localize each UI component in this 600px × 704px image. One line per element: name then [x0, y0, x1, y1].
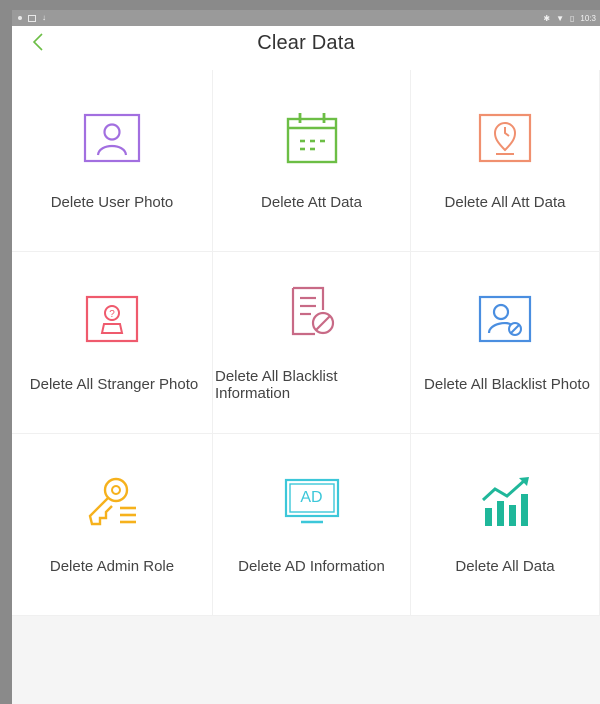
- blacklist-doc-icon: [282, 282, 342, 342]
- status-bar: ↓ ✱ ▼ ▯ 10:3: [12, 10, 600, 26]
- user-photo-icon: [82, 108, 142, 168]
- tile-label: Delete All Blacklist Information: [215, 368, 338, 402]
- page-title: Clear Data: [257, 32, 355, 54]
- tile-label: Delete All Att Data: [444, 194, 566, 211]
- delete-all-blacklist-information-tile[interactable]: Delete All Blacklist Information: [213, 252, 411, 434]
- empty-area: [12, 616, 600, 704]
- tile-label: Delete User Photo: [50, 194, 174, 211]
- ad-monitor-icon: AD: [282, 472, 342, 532]
- tile-label: Delete Att Data: [261, 194, 362, 211]
- stranger-photo-icon: ?: [82, 290, 142, 350]
- delete-all-att-data-tile[interactable]: Delete All Att Data: [411, 70, 600, 252]
- status-time: 10:3: [580, 13, 596, 23]
- tile-label: Delete Admin Role: [49, 558, 175, 575]
- delete-att-data-tile[interactable]: Delete Att Data: [213, 70, 411, 252]
- status-right-icons: ✱ ▼ ▯ 10:3: [543, 14, 600, 23]
- blacklist-photo-icon: [475, 290, 535, 350]
- wifi-icon: ▼: [556, 13, 565, 23]
- clear-data-grid: Delete User Photo Delete Att Data Delete…: [12, 70, 600, 616]
- location-clock-icon: [475, 108, 535, 168]
- admin-key-icon: [82, 472, 142, 532]
- device-screen: ↓ ✱ ▼ ▯ 10:3 Clear Data Delete User Phot…: [12, 10, 600, 704]
- notification-dot-icon: [18, 16, 22, 20]
- status-left-icons: ↓: [12, 14, 46, 22]
- delete-admin-role-tile[interactable]: Delete Admin Role: [12, 434, 213, 616]
- ad-icon-text: AD: [300, 489, 323, 506]
- chart-growth-icon: [475, 472, 535, 532]
- delete-ad-information-tile[interactable]: AD Delete AD Information: [213, 434, 411, 616]
- tile-label: Delete All Stranger Photo: [29, 376, 199, 393]
- download-icon: ↓: [42, 13, 46, 22]
- calendar-icon: [282, 108, 342, 168]
- bluetooth-icon: ✱: [543, 13, 551, 23]
- tile-label: Delete All Data: [455, 558, 555, 575]
- battery-icon: ▯: [570, 13, 575, 23]
- header-bar: Clear Data: [12, 26, 600, 71]
- svg-text:?: ?: [109, 309, 115, 320]
- delete-all-stranger-photo-tile[interactable]: ? Delete All Stranger Photo: [12, 252, 213, 434]
- delete-all-data-tile[interactable]: Delete All Data: [411, 434, 600, 616]
- tile-label: Delete All Blacklist Photo: [424, 376, 590, 393]
- delete-user-photo-tile[interactable]: Delete User Photo: [12, 70, 213, 252]
- delete-all-blacklist-photo-tile[interactable]: Delete All Blacklist Photo: [411, 252, 600, 434]
- tile-label: Delete AD Information: [238, 558, 385, 575]
- screenshot-icon: [28, 14, 36, 22]
